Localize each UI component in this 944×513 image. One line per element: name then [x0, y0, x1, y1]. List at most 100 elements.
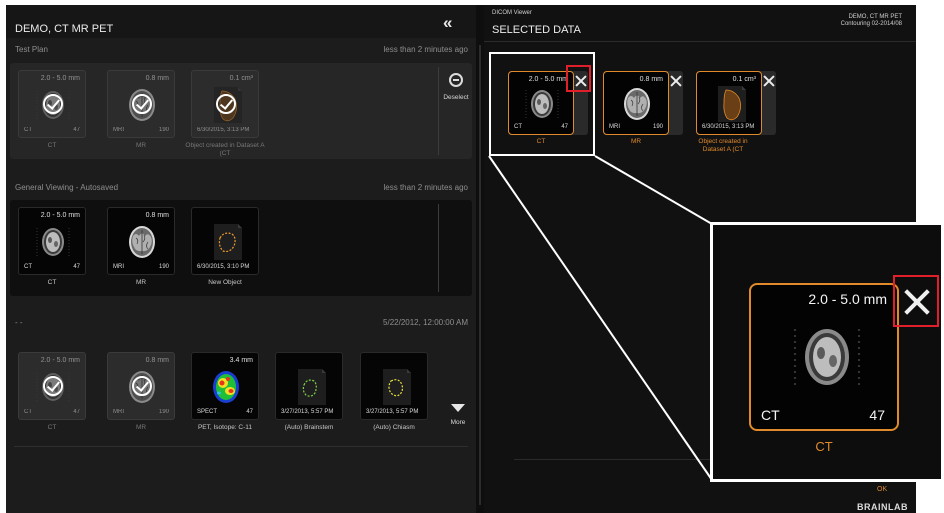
- section-name: General Viewing - Autosaved: [15, 183, 119, 192]
- mr-scan-icon: [124, 222, 160, 262]
- checkmark-icon: [132, 376, 152, 396]
- thumb-brainstem[interactable]: 3/27/2013, 5:57 PM: [275, 352, 343, 420]
- left-panel: DEMO, CT MR PET « Test Plan less than 2 …: [6, 5, 476, 513]
- thumb-modality: CT: [24, 264, 32, 270]
- more-button[interactable]: More: [440, 399, 476, 426]
- thumb-count: 47: [246, 409, 253, 415]
- thumb-caption: (Auto) Chiasm: [373, 424, 415, 431]
- thumb-top: 0.8 mm: [145, 212, 169, 219]
- thumb-count: 190: [158, 409, 169, 415]
- thumb-modality: MRI: [113, 264, 124, 270]
- app-subtitle: DICOM Viewer: [492, 10, 532, 16]
- thumb-top: 3.4 mm: [229, 357, 253, 364]
- selected-caption: MR: [630, 138, 642, 145]
- thumb-object[interactable]: 0.1 cm³ 6/30/2015, 3:13 PM: [191, 70, 259, 138]
- thumb-pet[interactable]: 3.4 mm SPECT 47: [191, 352, 259, 420]
- zoom-caption: CT: [815, 439, 833, 454]
- section-header-test-plan: Test Plan less than 2 minutes ago: [6, 41, 476, 59]
- zoomed-thumb-ct: 2.0 - 5.0 mm CT 47: [749, 283, 899, 431]
- object-shape-icon: [208, 222, 244, 262]
- thumb-chiasm[interactable]: 3/27/2013, 5:57 PM: [360, 352, 428, 420]
- thumb-caption: CT: [47, 279, 57, 286]
- zoom-top: 2.0 - 5.0 mm: [808, 291, 887, 307]
- divider: [438, 204, 439, 292]
- deselect-label: Deselect: [443, 94, 469, 101]
- selected-thumb[interactable]: 0.1 cm³ 6/30/2015, 3:13 PM: [696, 71, 762, 135]
- panel-splitter[interactable]: [476, 5, 484, 513]
- deselect-button[interactable]: Deselect: [438, 73, 474, 101]
- thumb-top: 0.8 mm: [145, 357, 169, 364]
- ct-scan-icon: [791, 315, 863, 399]
- thumb-mr[interactable]: 0.8 mm MRI 190: [107, 70, 175, 138]
- section-time: less than 2 minutes ago: [383, 45, 469, 54]
- thumb-top: 2.0 - 5.0 mm: [40, 75, 80, 82]
- thumb-object[interactable]: 6/30/2015, 3:10 PM: [191, 207, 259, 275]
- thumb-caption: CT: [47, 142, 57, 149]
- thumb-top: 2.0 - 5.0 mm: [40, 357, 80, 364]
- object-shape-icon: [292, 367, 328, 407]
- section-header-general-viewing: General Viewing - Autosaved less than 2 …: [6, 179, 476, 197]
- thumb-count: 47: [73, 409, 80, 415]
- selected-data-title: SELECTED DATA: [492, 24, 581, 36]
- thumb-count: 47: [73, 264, 80, 270]
- mr-scan-icon: [619, 84, 655, 124]
- thumb-top: 0.1 cm³: [732, 76, 756, 83]
- zoom-modality: CT: [761, 407, 780, 423]
- divider: [14, 446, 468, 447]
- thumb-mr[interactable]: 0.8 mm MRI 190: [107, 352, 175, 420]
- thumb-date: 6/30/2015, 3:13 PM: [702, 124, 755, 130]
- thumb-top: 0.8 mm: [639, 76, 663, 83]
- thumb-date: 3/27/2013, 5:57 PM: [281, 409, 334, 415]
- thumb-caption: CT: [47, 424, 57, 431]
- thumb-mr[interactable]: 0.8 mm MRI 190: [107, 207, 175, 275]
- triangle-down-icon: [451, 404, 465, 412]
- thumb-caption: Object created in Dataset A (CT: [185, 142, 265, 157]
- object-shape-icon: [712, 84, 748, 124]
- checkmark-icon: [43, 376, 63, 396]
- checkmark-icon: [216, 94, 236, 114]
- thumb-ct[interactable]: 2.0 - 5.0 mm CT 47: [18, 207, 86, 275]
- thumb-count: 190: [158, 264, 169, 270]
- checkmark-icon: [43, 94, 63, 114]
- remove-icon[interactable]: [762, 73, 776, 89]
- thumb-caption: PET, Isotope: C-11: [197, 424, 253, 431]
- zoom-callout: 2.0 - 5.0 mm CT 47 CT: [710, 222, 944, 482]
- section-general-viewing[interactable]: 2.0 - 5.0 mm CT 47 CT 0.8 mm MRI 190 MR …: [10, 200, 472, 296]
- thumb-ct[interactable]: 2.0 - 5.0 mm CT 47: [18, 352, 86, 420]
- divider: [484, 41, 916, 42]
- thumb-modality: CT: [24, 127, 32, 133]
- thumb-caption: MR: [135, 279, 147, 286]
- section-name: Test Plan: [15, 45, 48, 54]
- section-name: - -: [15, 318, 23, 327]
- plan-info: Contouring 02-2014/08: [840, 21, 902, 27]
- thumb-modality: MRI: [113, 409, 124, 415]
- collapse-panel-icon[interactable]: «: [443, 13, 452, 33]
- section-other[interactable]: 2.0 - 5.0 mm CT 47 CT 0.8 mm MRI 190 MR …: [10, 333, 472, 433]
- section-time: less than 2 minutes ago: [383, 183, 469, 192]
- zoom-count: 47: [869, 407, 885, 423]
- section-time: 5/22/2012, 12:00:00 AM: [383, 318, 468, 327]
- selected-thumb[interactable]: 0.8 mm MRI 190: [603, 71, 669, 135]
- highlight-remove-button: [566, 65, 591, 92]
- thumb-top: 0.1 cm³: [229, 75, 253, 82]
- section-test-plan[interactable]: 2.0 - 5.0 mm CT 47 CT 0.8 mm MRI 190 MR …: [10, 63, 472, 159]
- patient-title: DEMO, CT MR PET: [15, 23, 114, 35]
- minus-circle-icon: [449, 73, 463, 87]
- thumb-ct[interactable]: 2.0 - 5.0 mm CT 47: [18, 70, 86, 138]
- thumb-date: 6/30/2015, 3:10 PM: [197, 264, 250, 270]
- thumb-modality: MRI: [113, 127, 124, 133]
- section-header-other: - - 5/22/2012, 12:00:00 AM: [6, 314, 476, 332]
- thumb-count: 47: [73, 127, 80, 133]
- remove-icon[interactable]: [669, 73, 683, 89]
- thumb-modality: SPECT: [197, 409, 218, 415]
- ok-button[interactable]: OK: [877, 486, 887, 493]
- selected-item-mr[interactable]: 0.8 mm MRI 190: [603, 71, 683, 135]
- object-shape-icon: [377, 367, 413, 407]
- left-header: DEMO, CT MR PET «: [6, 5, 476, 38]
- selected-item-object[interactable]: 0.1 cm³ 6/30/2015, 3:13 PM: [696, 71, 776, 135]
- thumb-top: 0.8 mm: [145, 75, 169, 82]
- pet-scan-icon: [208, 367, 244, 407]
- thumb-caption: (Auto) Brainstem: [284, 424, 334, 431]
- ct-scan-icon: [35, 222, 71, 262]
- highlight-remove-button: [893, 275, 939, 327]
